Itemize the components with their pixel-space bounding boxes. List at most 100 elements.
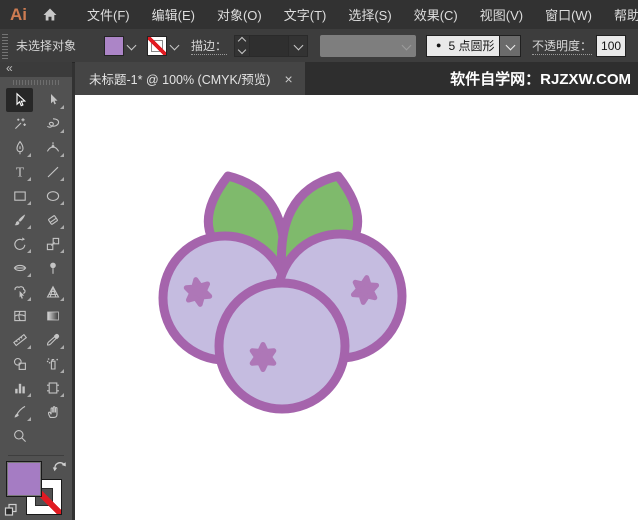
chevron-down-icon [505,41,515,51]
collapse-panel-button[interactable]: « [6,61,13,75]
selection-status: 未选择对象 [16,37,76,54]
berry-front[interactable] [219,283,345,409]
rectangle-icon [12,188,28,204]
tool-hand[interactable] [39,400,66,424]
stroke-color-swatch[interactable] [147,36,167,56]
tool-width[interactable] [6,256,33,280]
chevron-down-icon [293,41,303,51]
tools-panel-grip[interactable] [0,77,72,88]
document-tab-title: 未标题-1* @ 100% (CMYK/预览) [89,69,270,88]
blend-icon [12,356,28,372]
tool-artboard[interactable] [39,376,66,400]
fill-stroke-widget [4,459,68,517]
close-icon[interactable]: × [284,72,292,86]
menu-file[interactable]: 文件(F) [76,5,141,24]
stepper-arrows[interactable] [235,36,250,56]
width-tool-icon [12,260,28,276]
mesh-icon [12,308,28,324]
artboard-icon [45,380,61,396]
menu-effect[interactable]: 效果(C) [403,5,469,24]
tool-ellipse[interactable] [39,184,66,208]
selection-arrow-icon [12,92,28,108]
tool-mesh[interactable] [6,304,33,328]
tool-measure[interactable] [6,328,33,352]
brush-dropdown-button[interactable] [499,36,520,56]
menu-edit[interactable]: 编辑(E) [141,5,206,24]
menu-help[interactable]: 帮助(H) [603,5,638,24]
opacity-input[interactable]: 100 [596,35,626,57]
chevron-down-icon [402,41,412,51]
tool-column-graph[interactable] [6,376,33,400]
tool-symbol-sprayer[interactable] [39,352,66,376]
stepper-up-icon[interactable] [238,37,246,45]
lasso-icon [45,116,61,132]
eraser-icon [45,212,61,228]
swap-fill-stroke-icon[interactable] [52,459,67,473]
tool-eraser[interactable] [39,208,66,232]
tool-scale[interactable] [39,232,66,256]
fill-color-swatch[interactable] [104,36,124,56]
home-icon [42,7,58,22]
pen-icon [12,140,28,156]
tool-magic-wand[interactable] [6,112,33,136]
bar-chart-icon [12,380,28,396]
tool-rectangle[interactable] [6,184,33,208]
tool-perspective-grid[interactable] [39,280,66,304]
perspective-grid-icon [45,284,61,300]
tools-panel-header: « [0,62,72,77]
tool-line-segment[interactable] [39,160,66,184]
brush-definition-dropdown[interactable]: ● 5 点圆形 [426,35,521,57]
hand-icon [45,404,61,420]
menu-object[interactable]: 对象(O) [206,5,273,24]
menu-type[interactable]: 文字(T) [273,5,338,24]
width-profile-dropdown [320,35,416,57]
stepper-down-icon[interactable] [238,46,246,54]
tool-zoom[interactable] [6,424,33,448]
line-segment-icon [45,164,61,180]
home-button[interactable] [42,7,58,22]
tool-rotate[interactable] [6,232,33,256]
menu-window[interactable]: 窗口(W) [534,5,603,24]
tool-gradient[interactable] [39,304,66,328]
type-tool-icon: T [12,164,28,180]
eyedropper-icon [45,332,61,348]
tool-paintbrush[interactable] [6,208,33,232]
tool-lasso[interactable] [39,112,66,136]
artboard-canvas[interactable] [75,95,638,520]
default-fill-stroke-icon[interactable] [4,503,18,517]
stroke-weight-stepper[interactable] [234,35,308,57]
tool-pen[interactable] [6,136,33,160]
document-tab[interactable]: 未标题-1* @ 100% (CMYK/预览) × [75,62,305,95]
gradient-icon [45,308,61,324]
fill-chevron-icon[interactable] [127,41,137,51]
blueberry-artwork[interactable] [140,160,420,430]
panel-grip[interactable] [2,33,8,59]
tool-direct-selection[interactable] [39,88,66,112]
stroke-weight-dropdown[interactable] [288,36,307,56]
tool-eyedropper[interactable] [39,328,66,352]
menu-select[interactable]: 选择(S) [337,5,402,24]
direct-selection-arrow-icon [45,92,61,108]
tool-curvature[interactable] [39,136,66,160]
tool-shape-builder[interactable] [6,280,33,304]
fill-swatch[interactable] [6,461,42,497]
menu-bar: Ai 文件(F) 编辑(E) 对象(O) 文字(T) 选择(S) 效果(C) 视… [0,0,638,29]
tool-selection[interactable] [6,88,33,112]
svg-text:T: T [15,165,24,180]
tools-panel: « [0,62,72,520]
opacity-panel-link[interactable]: 不透明度： [532,37,592,55]
control-bar: 未选择对象 描边： ● 5 点圆形 不透 [0,29,638,63]
slice-knife-icon [12,404,28,420]
tool-puppet-warp[interactable] [39,256,66,280]
stroke-chevron-icon[interactable] [170,41,180,51]
tool-blend[interactable] [6,352,33,376]
ellipse-icon [45,188,61,204]
stroke-panel-link[interactable]: 描边： [191,37,227,55]
symbol-sprayer-icon [45,356,61,372]
menu-view[interactable]: 视图(V) [469,5,534,24]
tool-slice[interactable] [6,400,33,424]
illustrator-window: Ai 文件(F) 编辑(E) 对象(O) 文字(T) 选择(S) 效果(C) 视… [0,0,638,520]
brush-preview-dot: ● [436,41,441,50]
tool-type[interactable]: T [6,160,33,184]
stroke-weight-input[interactable] [250,36,288,56]
